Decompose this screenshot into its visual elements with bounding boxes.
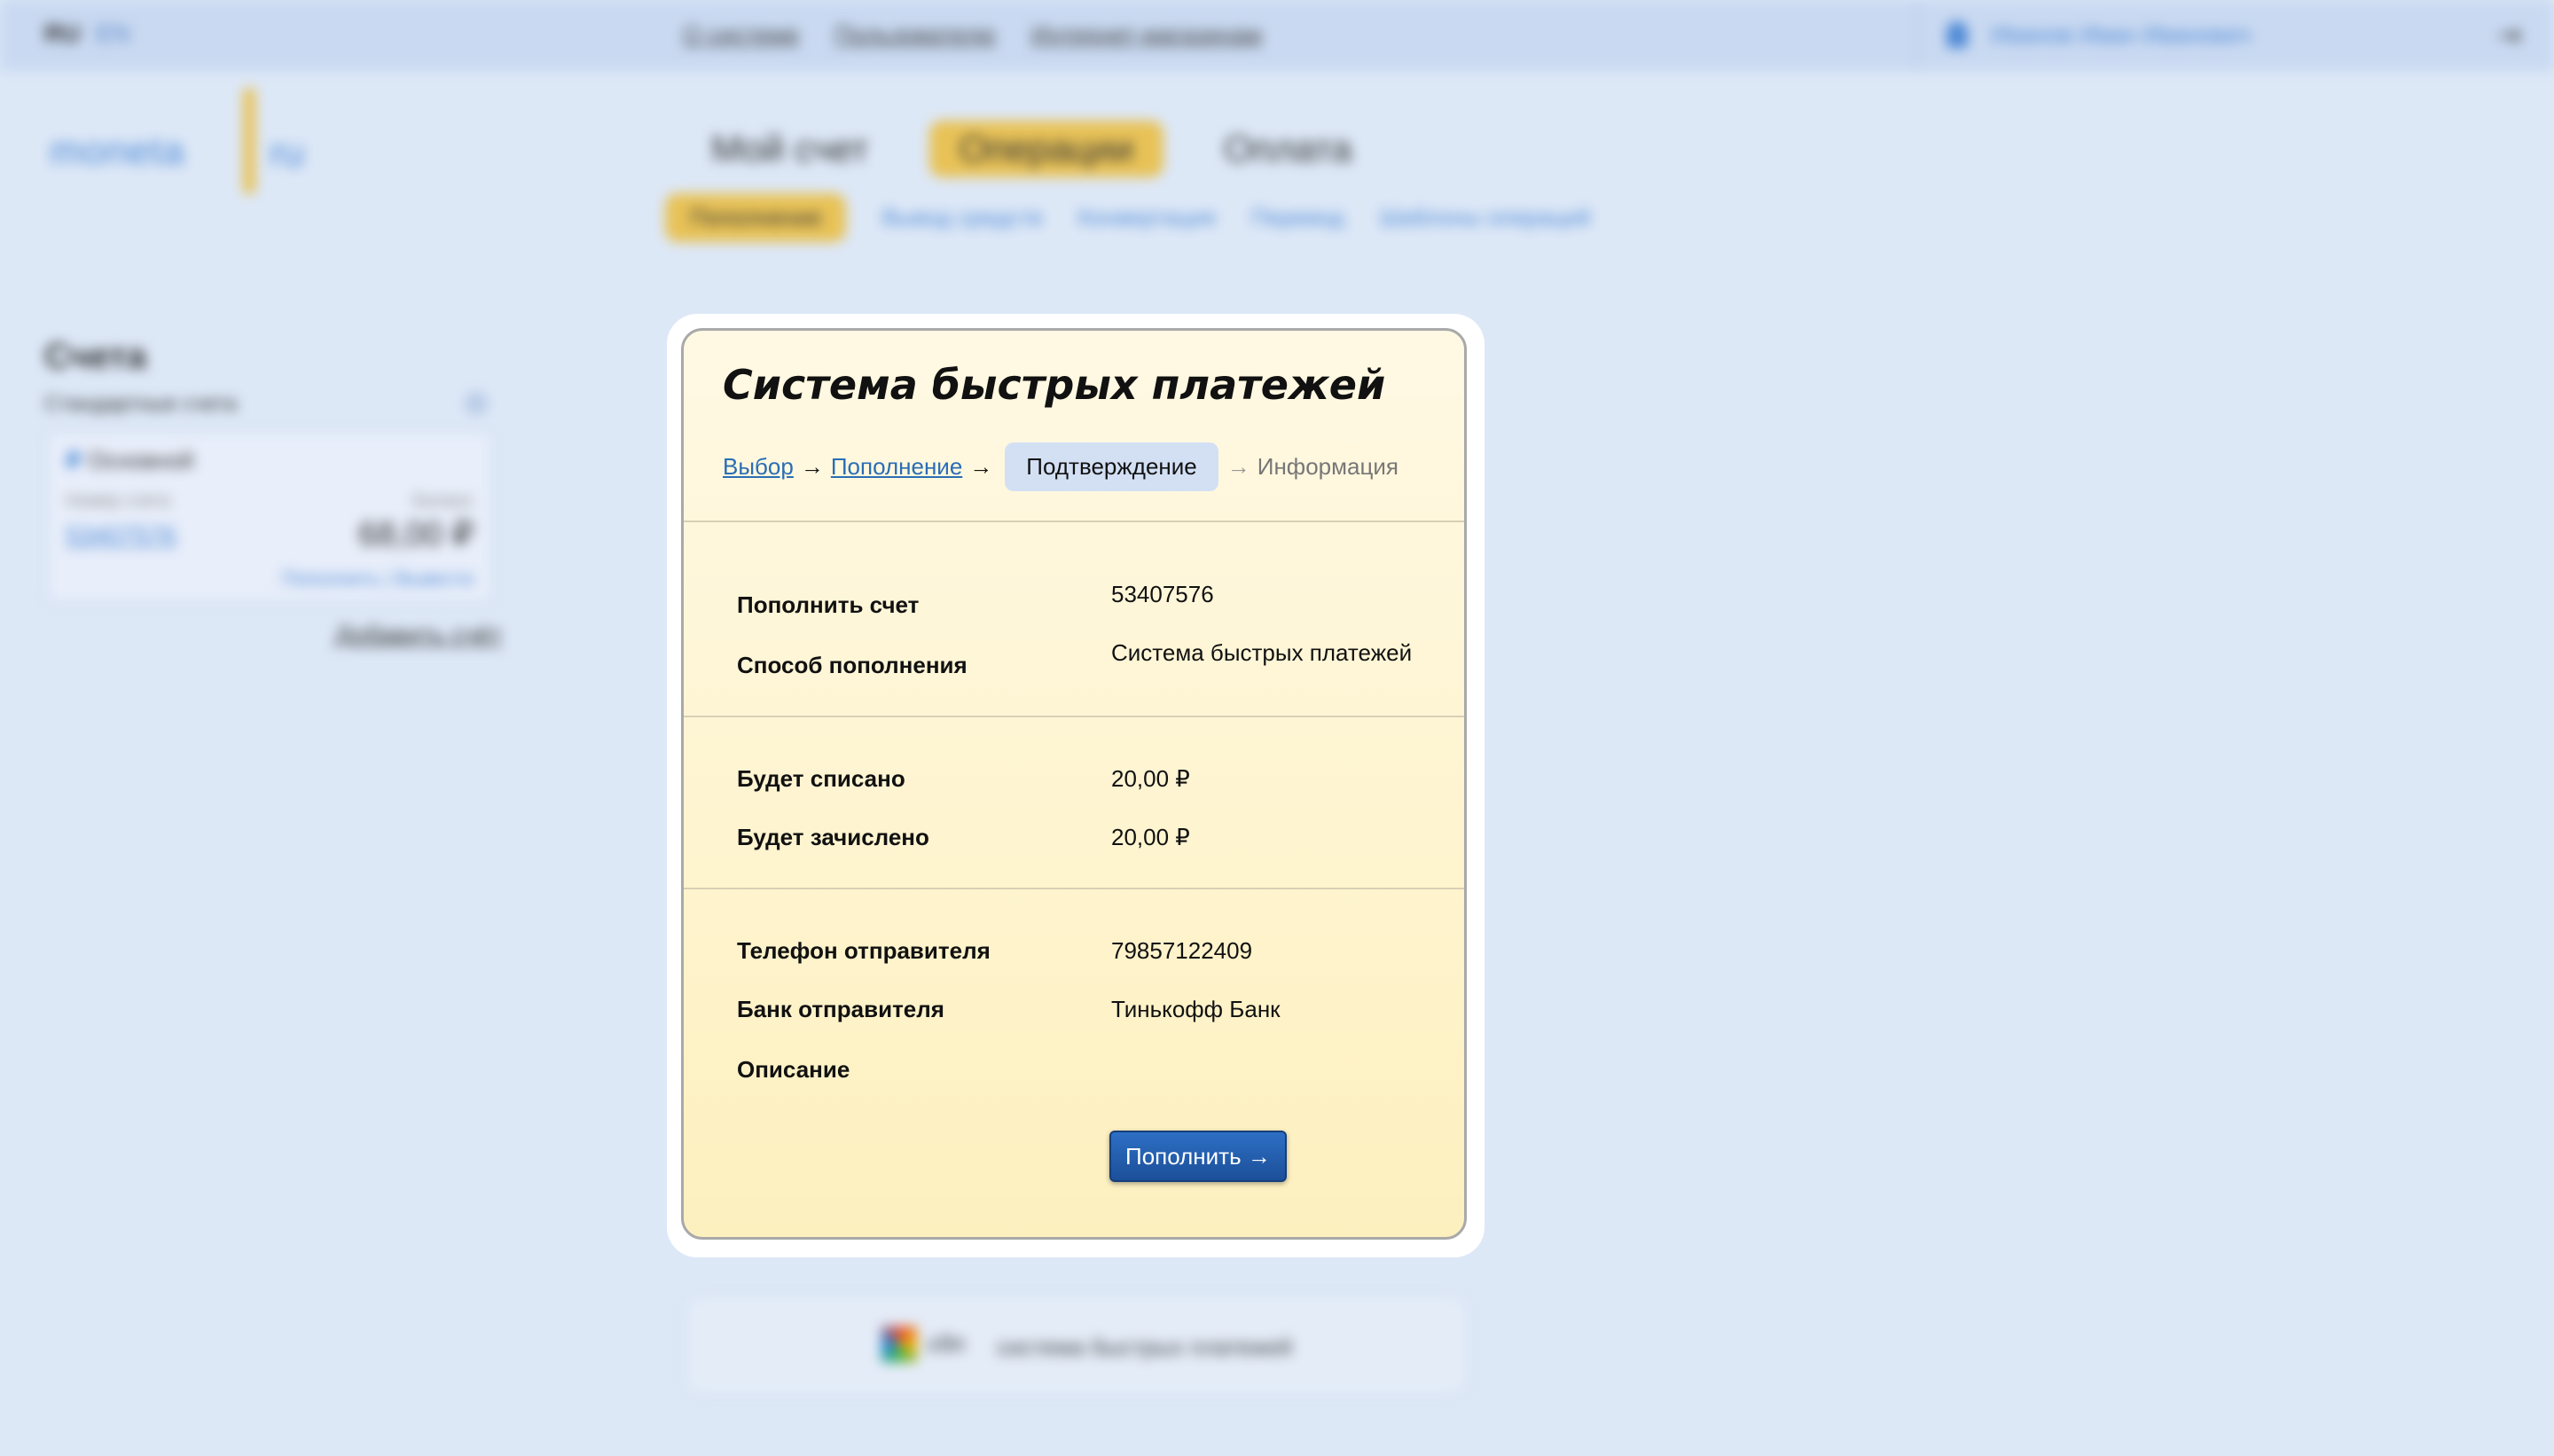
nav-users-link[interactable]: Пользователю [834, 21, 995, 49]
sbp-caption: система быстрых платежей [997, 1334, 1293, 1360]
phone-label: Телефон отправителя [737, 937, 991, 964]
sub-tabs: Пополнение Вывод средств Конвертация Пер… [665, 193, 1591, 242]
phone-value: 79857122409 [1111, 937, 1253, 964]
nav-shops-link[interactable]: Интернет-магазинам [1031, 21, 1262, 49]
step-arrow-icon: → [1226, 453, 1250, 480]
account-label: Пополнить счет [737, 591, 920, 618]
logo-bar [243, 89, 255, 193]
subtab-convert[interactable]: Конвертация [1078, 204, 1216, 231]
logo-text[interactable]: moneta [50, 129, 185, 174]
step-arrow-icon: → [969, 453, 993, 480]
method-value: Система быстрых платежей [1111, 639, 1413, 666]
step-arrow-icon: → [800, 453, 824, 480]
step-topup-link[interactable]: Пополнение [831, 453, 962, 481]
sidebar-subtitle: Стандартные счета [44, 392, 238, 416]
top-bar: RU EN О системе Пользователю Интернет-ма… [0, 0, 2554, 71]
method-label: Способ пополнения [737, 652, 968, 678]
tab-my-account[interactable]: Мой счет [681, 121, 899, 177]
step-choice-link[interactable]: Выбор [723, 453, 794, 481]
topup-submit-button[interactable]: Пополнить → [1109, 1131, 1287, 1182]
help-icon[interactable] [465, 392, 488, 415]
account-card[interactable]: ₽ Основной Номер счета Баланс 53407576 6… [46, 431, 493, 603]
credit-value: 20,00 ₽ [1111, 824, 1190, 850]
account-number-label: Номер счета [66, 491, 170, 511]
account-actions-links[interactable]: Пополнить | Вывести [282, 568, 474, 591]
bank-value: Тинькофф Банк [1111, 996, 1281, 1022]
account-balance-label: Баланс [412, 491, 474, 511]
user-name-link[interactable]: Иванов Иван Иванович [1991, 21, 2251, 49]
account-name-text: Основной [88, 447, 194, 474]
add-account-link[interactable]: Добавить счёт [335, 621, 502, 649]
logo-ru: ru [270, 131, 305, 175]
user-icon [1947, 21, 1968, 48]
top-nav: О системе Пользователю Интернет-магазина… [683, 21, 1262, 49]
tab-operations[interactable]: Операции [928, 121, 1164, 177]
subtab-templates[interactable]: Шаблоны операций [1380, 204, 1591, 231]
tab-payment[interactable]: Оплата [1194, 121, 1382, 177]
logout-icon[interactable]: ⇥ [2496, 18, 2522, 53]
account-number-link[interactable]: 53407576 [66, 521, 176, 550]
step-breadcrumb: Выбор → Пополнение → Подтверждение → Инф… [723, 442, 1398, 491]
debit-value: 20,00 ₽ [1111, 765, 1190, 792]
sbp-logo-text: сбп [928, 1330, 965, 1357]
description-label: Описание [737, 1056, 850, 1083]
section-divider [684, 716, 1464, 717]
account-balance: 68,00 ₽ [358, 516, 474, 553]
lang-en-link[interactable]: EN [96, 20, 130, 48]
account-value: 53407576 [1111, 581, 1214, 607]
account-name: ₽ Основной [66, 447, 194, 474]
subtab-transfer[interactable]: Перевод [1251, 204, 1344, 231]
sidebar-title: Счета [44, 337, 147, 376]
modal-title: Система быстрых платежей [723, 361, 1386, 409]
step-current: Подтверждение [1005, 442, 1218, 491]
user-area: Иванов Иван Иванович ⇥ [1916, 0, 2554, 71]
debit-label: Будет списано [737, 765, 905, 792]
main-tabs: Мой счет Операции Оплата [681, 121, 1383, 177]
bank-label: Банк отправителя [737, 996, 944, 1022]
step-info: Информация [1257, 453, 1398, 480]
section-divider [684, 888, 1464, 889]
sbp-logo-icon [881, 1327, 917, 1362]
credit-label: Будет зачислено [737, 824, 929, 850]
nav-about-link[interactable]: О системе [683, 21, 799, 49]
subtab-topup[interactable]: Пополнение [665, 193, 847, 242]
lang-ru-link[interactable]: RU [44, 20, 80, 48]
section-divider [684, 521, 1464, 522]
sbp-footer: сбп система быстрых платежей [685, 1295, 1469, 1396]
ruble-icon: ₽ [66, 447, 82, 474]
modal-frame: Система быстрых платежей Выбор → Пополне… [667, 314, 1485, 1257]
confirmation-modal: Система быстрых платежей Выбор → Пополне… [681, 328, 1467, 1240]
subtab-withdraw[interactable]: Вывод средств [881, 204, 1042, 231]
